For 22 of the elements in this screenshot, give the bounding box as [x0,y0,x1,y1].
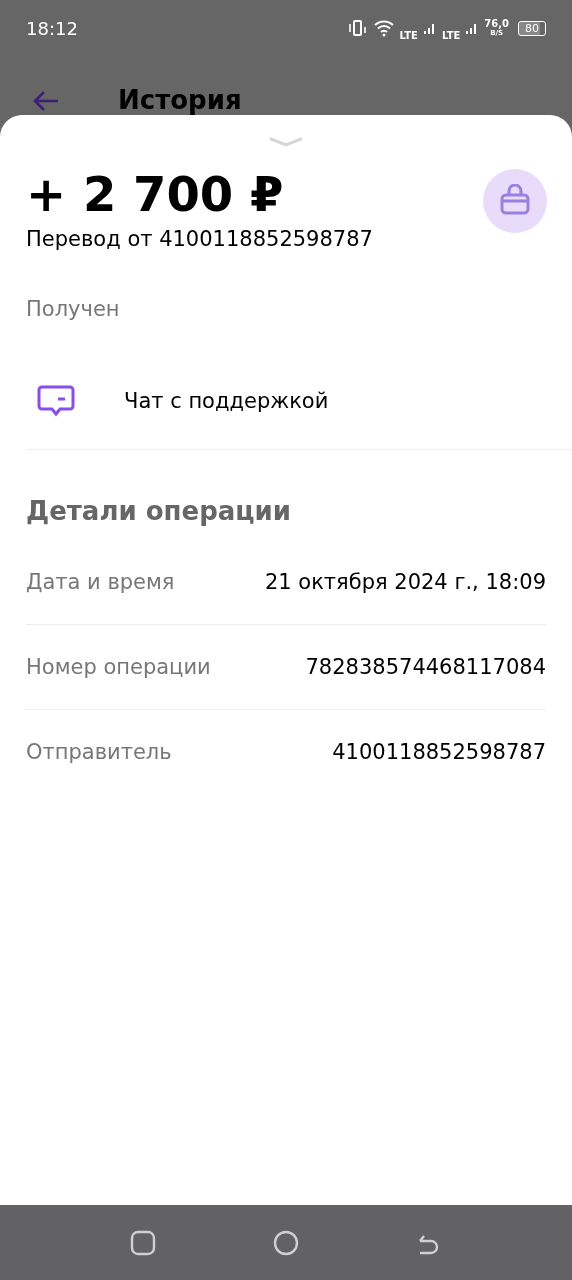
wifi-icon [372,19,395,37]
network-type: LTE [441,29,461,41]
operation-amount: + 2 700 ₽ [26,165,285,223]
network-speed: 76,0 [484,19,509,29]
section-title: Детали операции [26,496,293,526]
recent-apps-icon[interactable] [130,1229,156,1256]
chat-bubble-icon [36,383,76,419]
operation-description: Перевод от 4100118852598787 [26,227,373,251]
battery-level: 80 [518,20,546,36]
status-time: 18:12 [26,17,78,39]
detail-value: 21 октября 2024 г., 18:09 [264,570,546,594]
operation-status: Получен [26,297,121,321]
detail-label: Дата и время [26,570,175,594]
detail-value: 782838574468117084 [305,655,546,679]
network-type: LTE [399,29,418,41]
support-chat-item[interactable]: Чат с поддержкой [26,353,572,450]
detail-label: Отправитель [26,740,172,764]
vibrate-icon [347,19,368,37]
detail-label: Номер операции [26,655,211,679]
back-arrow-icon[interactable] [32,90,60,112]
detail-value: 4100118852598787 [332,740,546,764]
home-icon[interactable] [273,1229,299,1256]
